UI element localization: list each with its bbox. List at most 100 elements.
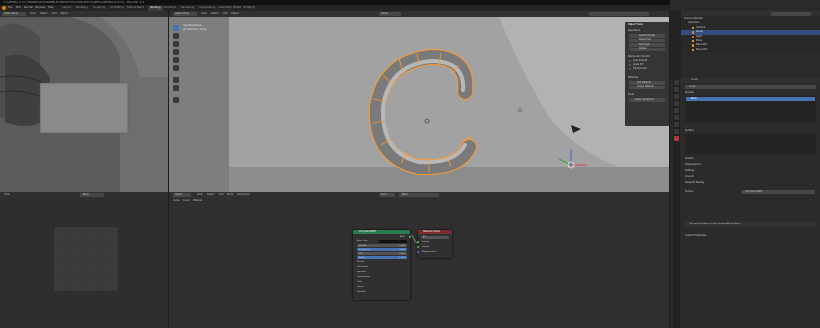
scale-tool-icon[interactable] <box>173 57 179 63</box>
surface-input-socket[interactable] <box>417 241 419 243</box>
properties-section-line-art[interactable]: Line Art <box>685 175 694 178</box>
properties-section-custom[interactable]: Custom Properties <box>685 234 706 237</box>
outliner-row-plane-002[interactable]: Plane.002 <box>681 48 820 52</box>
cursor-tool-icon[interactable] <box>173 33 179 39</box>
image-selector[interactable]: Black <box>80 193 104 197</box>
menu-render[interactable]: Render <box>24 6 33 10</box>
tool-tab-icon[interactable] <box>674 80 679 85</box>
material-slot-list[interactable]: Black <box>685 96 816 122</box>
shade-smooth-button[interactable]: Shade Smooth <box>629 34 665 38</box>
uv-grid <box>54 227 118 291</box>
tab-geometry-nodes[interactable]: Geometry Nodes <box>219 6 241 10</box>
assign-material-button[interactable]: Assign Material <box>629 85 665 90</box>
tab-compositing[interactable]: Compositing <box>199 6 215 10</box>
output-target-selector[interactable]: All <box>421 235 449 239</box>
image-editor[interactable]: View Black <box>0 192 168 328</box>
image-editor-view-menu[interactable]: View <box>4 193 10 196</box>
transform-tool-icon[interactable] <box>173 65 179 71</box>
tab-modeling[interactable]: Modeling <box>76 6 88 10</box>
outliner-search-input[interactable] <box>771 11 811 16</box>
object-tab-icon[interactable] <box>674 115 679 120</box>
rotate-tool-icon[interactable] <box>173 49 179 55</box>
principled-bsdf-node[interactable]: Principled BSDF BSDF Base Color Metallic… <box>353 230 411 300</box>
transform-orientation[interactable]: Global <box>379 12 401 16</box>
bsdf-node-header[interactable]: Principled BSDF <box>353 230 410 234</box>
material-slot-row[interactable]: Black <box>686 97 815 101</box>
main-select-menu[interactable]: Select <box>211 12 218 15</box>
properties-section-preview[interactable]: Preview <box>685 91 694 94</box>
select-tool-icon[interactable] <box>173 25 179 31</box>
tab-scripting[interactable]: Scripting <box>243 6 255 10</box>
window-title: * [ARTERA 2 (C:\TRABALHO\DRIBBLE\UNSUSTO… <box>3 0 145 4</box>
tab-rendering[interactable]: Rendering <box>181 6 194 10</box>
metallic-field[interactable]: Metallic 0.000 <box>357 244 407 247</box>
apply-transforms-button[interactable]: Apply Transforms <box>629 98 665 102</box>
tab-shading[interactable]: Shading <box>148 5 163 11</box>
properties-section-settings[interactable]: Settings <box>685 169 694 172</box>
viewport-shading-buttons[interactable] <box>589 12 649 16</box>
tab-uv-editing[interactable]: UV Editing <box>110 6 124 10</box>
output-node-header[interactable]: Material Output <box>418 230 452 234</box>
scene-tab-icon[interactable] <box>674 101 679 106</box>
render-tab-icon[interactable] <box>674 87 679 92</box>
tab-texture-paint[interactable]: Texture Paint <box>127 6 144 10</box>
left-view-menu[interactable]: View <box>30 12 36 15</box>
shader-node-editor[interactable]: Object View Select Add Node Use Nodes Sl… <box>169 192 669 328</box>
menu-edit[interactable]: Edit <box>16 6 21 10</box>
world-tab-icon[interactable] <box>674 108 679 113</box>
left-viewport[interactable]: Object Mode View Select Add Object <box>0 11 168 192</box>
measure-tool-icon[interactable] <box>173 85 179 91</box>
material-slot-field[interactable]: Curve <box>685 85 816 89</box>
menu-help[interactable]: Help <box>48 6 54 10</box>
sidebar-section-auto-smooth: Shade Auto Smooth <box>628 55 650 58</box>
shader-selector[interactable]: Principled BSDF <box>741 190 815 194</box>
sheen-panel[interactable]: Sheen <box>357 286 363 288</box>
specular-panel[interactable]: Specular <box>357 271 366 273</box>
alpha-field[interactable]: Alpha 1.000 <box>357 256 407 259</box>
main-viewport-scene <box>169 17 669 192</box>
output-tab-icon[interactable] <box>674 94 679 99</box>
properties-section-displacement[interactable]: Displacement <box>685 163 701 166</box>
ior-field[interactable]: IOR 1.450 <box>357 252 407 255</box>
main-view-menu[interactable]: View <box>201 12 207 15</box>
properties-section-volume[interactable]: Volume <box>685 157 694 160</box>
displacement-input-socket[interactable] <box>417 251 419 253</box>
modifier-tab-icon[interactable] <box>674 122 679 127</box>
volume-input-socket[interactable] <box>417 246 419 248</box>
blender-logo-icon[interactable] <box>2 6 6 10</box>
emission-panel[interactable]: Emission <box>357 291 366 293</box>
left-mode-selector[interactable]: Object Mode <box>2 12 26 16</box>
left-add-menu[interactable]: Add <box>52 12 57 15</box>
move-tool-icon[interactable] <box>173 41 179 47</box>
tab-sculpting[interactable]: Sculpting <box>93 6 105 10</box>
data-tab-icon[interactable] <box>674 129 679 134</box>
properties-editor: Curve Curve Preview Black Surface Volume… <box>681 78 820 328</box>
material-tab-icon[interactable] <box>674 136 679 141</box>
bsdf-output-socket[interactable] <box>409 235 411 238</box>
left-object-menu[interactable]: Object <box>60 12 68 15</box>
coat-panel[interactable]: Coat <box>357 281 362 283</box>
menu-window[interactable]: Window <box>35 6 45 10</box>
material-output-node[interactable]: Material Output All Surface Volume Displ… <box>417 230 452 258</box>
delete-button[interactable]: Delete <box>629 47 665 52</box>
add-material-button[interactable]: Add Material <box>629 81 665 85</box>
properties-section-viewport-display[interactable]: Viewport Display <box>685 181 704 184</box>
set-origin-button[interactable]: Set Origin <box>629 43 665 47</box>
tab-layout[interactable]: Layout <box>62 6 71 10</box>
main-add-menu[interactable]: Add <box>223 12 228 15</box>
properties-section-surface[interactable]: Surface <box>685 129 694 132</box>
menu-file[interactable]: File <box>8 6 12 10</box>
viewport-overlay-perspective: User Perspective <box>183 24 202 27</box>
add-cube-tool-icon[interactable] <box>173 97 179 103</box>
main-mode-selector[interactable]: Object Mode <box>173 12 197 16</box>
shade-flat-button[interactable]: Shade Flat <box>629 38 665 43</box>
tab-animation[interactable]: Animation <box>163 6 176 10</box>
subsurface-panel[interactable]: Subsurface <box>357 266 368 268</box>
main-object-menu[interactable]: Object <box>231 12 239 15</box>
roughness-field[interactable]: Roughness 0.500 <box>357 248 407 251</box>
transmission-panel[interactable]: Transmission <box>357 276 370 278</box>
left-select-menu[interactable]: Select <box>40 12 47 15</box>
base-color-swatch[interactable] <box>379 239 407 243</box>
main-viewport[interactable]: Object Mode View Select Add Object Globa… <box>169 11 669 192</box>
annotate-tool-icon[interactable] <box>173 77 179 83</box>
